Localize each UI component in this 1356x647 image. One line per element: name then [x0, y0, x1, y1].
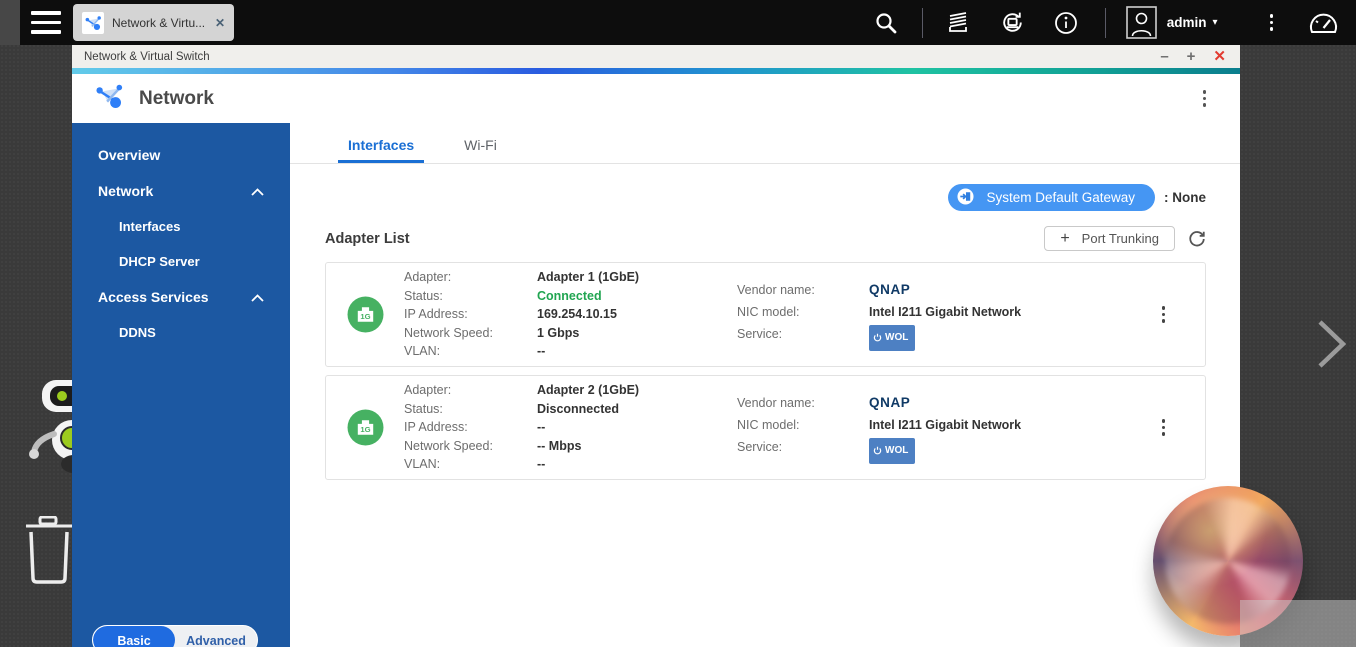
- content-pane: Interfaces Wi-Fi System Default Gateway …: [290, 123, 1240, 647]
- desktop-taskbar-strip: [1240, 600, 1356, 647]
- dashboard-gauge-icon[interactable]: [1307, 8, 1340, 38]
- maximize-button[interactable]: +: [1187, 49, 1196, 64]
- adapter-menu-icon[interactable]: [1161, 419, 1165, 436]
- sync-status-icon[interactable]: [999, 9, 1026, 36]
- window-titlebar[interactable]: Network & Virtual Switch – + ✕: [72, 45, 1240, 68]
- sidebar-item-access-services[interactable]: Access Services: [72, 279, 290, 315]
- desktop-trash-icon[interactable]: [24, 516, 74, 586]
- adapter-name: Adapter 2 (1GbE): [537, 383, 640, 398]
- adapter-field-labels: Adapter: Status: IP Address: Network Spe…: [404, 270, 493, 359]
- tab-close-icon[interactable]: ✕: [215, 16, 225, 30]
- app-taskbar-tab[interactable]: Network & Virtu... ✕: [73, 4, 234, 41]
- app-header: Network: [72, 74, 1240, 123]
- adapter-field-values: Adapter 2 (1GbE) Disconnected -- -- Mbps…: [537, 381, 737, 474]
- port-trunking-label: Port Trunking: [1081, 231, 1159, 246]
- plus-icon: +: [1060, 229, 1070, 247]
- topbar-divider: [921, 7, 923, 38]
- taskbar-tab-label: Network & Virtu...: [112, 15, 206, 30]
- sidebar-item-interfaces[interactable]: Interfaces: [72, 209, 290, 244]
- gateway-button-label: System Default Gateway: [986, 190, 1135, 205]
- wol-badge: WOL: [869, 324, 916, 351]
- port-1g-icon: 1G: [347, 296, 383, 333]
- adapter-menu-icon[interactable]: [1161, 306, 1165, 323]
- adapter-vlan: --: [537, 344, 546, 359]
- user-avatar-icon[interactable]: [1125, 6, 1157, 39]
- main-menu-button[interactable]: [31, 11, 61, 34]
- sidebar-item-overview[interactable]: Overview: [72, 137, 290, 173]
- chevron-up-icon: [251, 289, 264, 305]
- network-app-icon: [82, 11, 104, 34]
- adapter-speed: 1 Gbps: [537, 325, 580, 340]
- user-name-label[interactable]: admin: [1167, 15, 1207, 30]
- show-desktop-button[interactable]: [0, 0, 20, 45]
- gateway-value: : None: [1164, 190, 1206, 205]
- port-trunking-button[interactable]: + Port Trunking: [1044, 226, 1175, 251]
- app-window: Network & Virtual Switch – + ✕ Network O…: [72, 45, 1240, 647]
- close-button[interactable]: ✕: [1213, 49, 1226, 64]
- adapter-card-1: 1G Adapter: Status: IP Address: Network …: [325, 262, 1206, 367]
- background-tasks-icon[interactable]: [945, 10, 971, 36]
- sidebar-item-ddns[interactable]: DDNS: [72, 315, 290, 350]
- topbar-divider: [1104, 7, 1106, 38]
- user-menu-caret-icon[interactable]: ▾: [1212, 17, 1217, 28]
- basic-advanced-toggle: Basic Advanced: [92, 625, 258, 647]
- desktop-next-arrow-icon[interactable]: [1316, 318, 1348, 370]
- wol-badge: WOL: [869, 437, 916, 464]
- toggle-basic[interactable]: Basic: [93, 626, 175, 647]
- nic-model-value: Intel I211 Gigabit Network: [869, 304, 1021, 319]
- sidebar-item-dhcp-server[interactable]: DHCP Server: [72, 244, 290, 279]
- topbar-more-options-icon[interactable]: [1269, 14, 1273, 31]
- chevron-up-icon: [251, 183, 264, 199]
- toggle-advanced[interactable]: Advanced: [175, 626, 257, 647]
- adapter-speed: -- Mbps: [537, 438, 582, 453]
- tabs-bar: Interfaces Wi-Fi: [290, 123, 1240, 164]
- adapter-status: Disconnected: [537, 401, 619, 416]
- power-icon: [873, 333, 882, 342]
- svg-text:1G: 1G: [360, 425, 370, 434]
- adapter-list-title: Adapter List: [325, 230, 410, 247]
- adapter-field-values: Adapter 1 (1GbE) Connected 169.254.10.15…: [537, 268, 737, 361]
- adapter-ip: 169.254.10.15: [537, 307, 617, 322]
- gateway-icon: [957, 187, 974, 208]
- vendor-logo: QNAP: [869, 394, 911, 410]
- tab-wifi[interactable]: Wi-Fi: [454, 137, 507, 163]
- window-title: Network & Virtual Switch: [84, 50, 210, 63]
- sidebar-item-network[interactable]: Network: [72, 173, 290, 209]
- info-icon[interactable]: [1053, 10, 1079, 36]
- nic-model-value: Intel I211 Gigabit Network: [869, 417, 1021, 432]
- top-bar: Network & Virtu... ✕ admin ▾: [0, 0, 1356, 45]
- tab-interfaces[interactable]: Interfaces: [338, 137, 425, 163]
- search-icon[interactable]: [874, 11, 898, 35]
- network-app-icon: [94, 81, 124, 116]
- vendor-field-labels: Vendor name: NIC model: Service:: [737, 282, 815, 341]
- minimize-button[interactable]: –: [1160, 49, 1168, 64]
- app-more-options-icon[interactable]: [1202, 90, 1206, 107]
- adapter-ip: --: [537, 420, 546, 435]
- adapter-status: Connected: [537, 288, 602, 303]
- adapter-name: Adapter 1 (1GbE): [537, 270, 640, 285]
- vendor-logo: QNAP: [869, 281, 911, 297]
- power-icon: [873, 446, 882, 455]
- adapter-field-labels: Adapter: Status: IP Address: Network Spe…: [404, 383, 493, 472]
- refresh-icon[interactable]: [1188, 230, 1206, 248]
- vendor-field-labels: Vendor name: NIC model: Service:: [737, 395, 815, 454]
- svg-text:1G: 1G: [360, 312, 370, 321]
- adapter-card-2: 1G Adapter: Status: IP Address: Network …: [325, 375, 1206, 480]
- sidebar: Overview Network Interfaces DHCP Server …: [72, 123, 290, 647]
- adapter-vlan: --: [537, 457, 546, 472]
- port-1g-icon: 1G: [347, 409, 383, 446]
- system-default-gateway-button[interactable]: System Default Gateway: [948, 184, 1155, 211]
- page-title: Network: [139, 87, 214, 109]
